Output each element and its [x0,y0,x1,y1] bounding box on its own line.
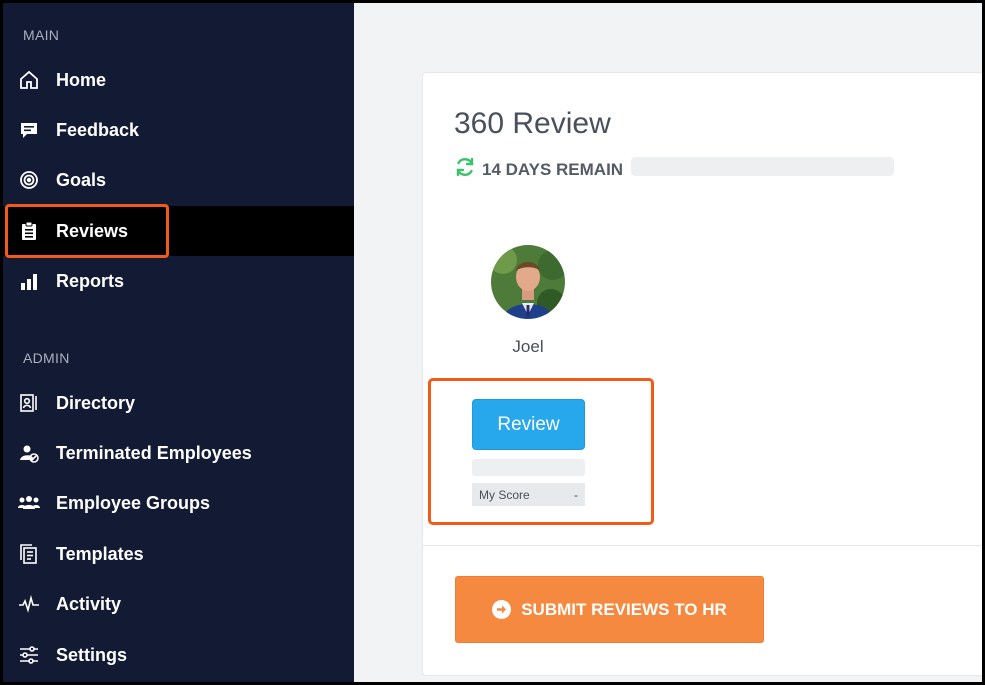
groups-icon [17,491,41,515]
goals-icon [17,168,41,192]
my-score-label: My Score [479,487,530,502]
feedback-icon [17,118,41,142]
sidebar-item-templates[interactable]: Templates [3,529,354,579]
sidebar-item-label: Settings [56,644,128,665]
sidebar-item-reports[interactable]: Reports [3,256,354,306]
section-label-main: MAIN [23,27,60,43]
settings-sliders-icon [17,643,41,667]
days-remaining-text: 14 DAYS REMAIN [482,159,624,179]
sidebar-item-label: Templates [56,543,144,564]
arrow-right-icon [492,600,512,619]
my-score-value: - [574,487,578,502]
sidebar-item-label: Goals [56,169,107,190]
sidebar-item-label: Directory [56,392,136,413]
sidebar-item-feedback[interactable]: Feedback [3,105,354,155]
sidebar-item-label: Reviews [56,220,129,241]
sidebar-item-employee-groups[interactable]: Employee Groups [3,478,354,528]
sidebar-item-label: Activity [56,593,122,614]
progress-bar [631,157,894,176]
sidebar: MAIN Home Feedback Goals Reviews Reports… [3,3,354,682]
terminated-user-icon [17,441,41,465]
submit-reviews-button[interactable]: SUBMIT REVIEWS TO HR [455,576,764,643]
sidebar-item-label: Terminated Employees [56,442,252,463]
sidebar-item-terminated-employees[interactable]: Terminated Employees [3,428,354,478]
sidebar-item-label: Home [56,69,107,90]
divider [423,545,982,546]
avatar [491,245,565,319]
sidebar-item-label: Reports [56,270,125,291]
sidebar-item-label: Feedback [56,119,140,140]
sidebar-item-directory[interactable]: Directory [3,378,354,428]
refresh-icon [454,156,476,183]
app-window: MAIN Home Feedback Goals Reviews Reports… [3,3,982,682]
sidebar-item-settings[interactable]: Settings [3,630,354,680]
sidebar-item-home[interactable]: Home [3,55,354,105]
home-icon [17,68,41,92]
activity-icon [17,592,41,616]
sidebar-item-reviews[interactable]: Reviews [3,206,354,256]
templates-icon [17,542,41,566]
section-label-admin: ADMIN [23,350,70,366]
my-score-row: My Score - [472,483,585,506]
clipboard-icon [17,219,41,243]
reviewee-name: Joel [512,337,544,356]
sidebar-item-label: Employee Groups [56,492,211,513]
review-card: 360 Review 14 DAYS REMAIN Joel Review My… [422,72,982,676]
sidebar-item-activity[interactable]: Activity [3,579,354,629]
directory-icon [17,391,41,415]
sidebar-item-goals[interactable]: Goals [3,155,354,205]
time-remaining: 14 DAYS REMAIN [454,156,623,183]
page-title: 360 Review [454,107,611,140]
submit-label: SUBMIT REVIEWS TO HR [521,599,727,619]
bar-chart-icon [17,269,41,293]
score-progress-bar [472,459,585,476]
review-button[interactable]: Review [472,399,585,450]
